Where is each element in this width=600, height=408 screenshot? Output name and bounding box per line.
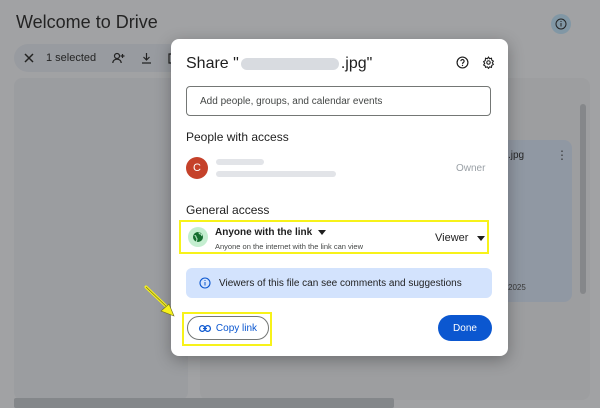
info-banner-text: Viewers of this file can see comments an…	[219, 277, 462, 289]
general-access-heading: General access	[186, 203, 270, 217]
redacted-filename	[240, 58, 339, 70]
arrow-pointer	[144, 285, 175, 317]
title-suffix: .jpg"	[340, 55, 373, 72]
share-dialog: Share " .jpg" Add people, groups, and ca…	[171, 39, 508, 356]
copy-link-label: Copy link	[215, 322, 258, 334]
help-icon[interactable]	[456, 56, 469, 74]
general-access-description: Anyone on the internet with the link can…	[215, 242, 364, 251]
dropdown-icon	[477, 235, 486, 241]
link-icon	[198, 324, 211, 332]
people-with-access-heading: People with access	[186, 130, 289, 144]
title-prefix: Share "	[186, 55, 239, 72]
redacted-email	[216, 171, 336, 177]
general-access-setting: Anyone with the link	[215, 227, 313, 238]
gear-icon[interactable]	[482, 56, 495, 74]
done-button[interactable]: Done	[438, 315, 492, 341]
owner-role: Owner	[456, 163, 486, 174]
dialog-title: Share " .jpg"	[186, 55, 372, 73]
copy-link-button[interactable]: Copy link	[187, 316, 269, 340]
general-access-dropdown[interactable]: Anyone with the link	[215, 227, 327, 238]
role-dropdown[interactable]: Viewer	[435, 232, 486, 244]
add-people-input[interactable]: Add people, groups, and calendar events	[186, 86, 491, 116]
role-label: Viewer	[435, 232, 469, 244]
info-icon	[199, 277, 211, 289]
dropdown-icon	[318, 230, 327, 235]
redacted-name	[216, 159, 264, 165]
info-banner: Viewers of this file can see comments an…	[186, 268, 492, 298]
globe-icon	[188, 227, 208, 247]
avatar: C	[186, 157, 208, 179]
